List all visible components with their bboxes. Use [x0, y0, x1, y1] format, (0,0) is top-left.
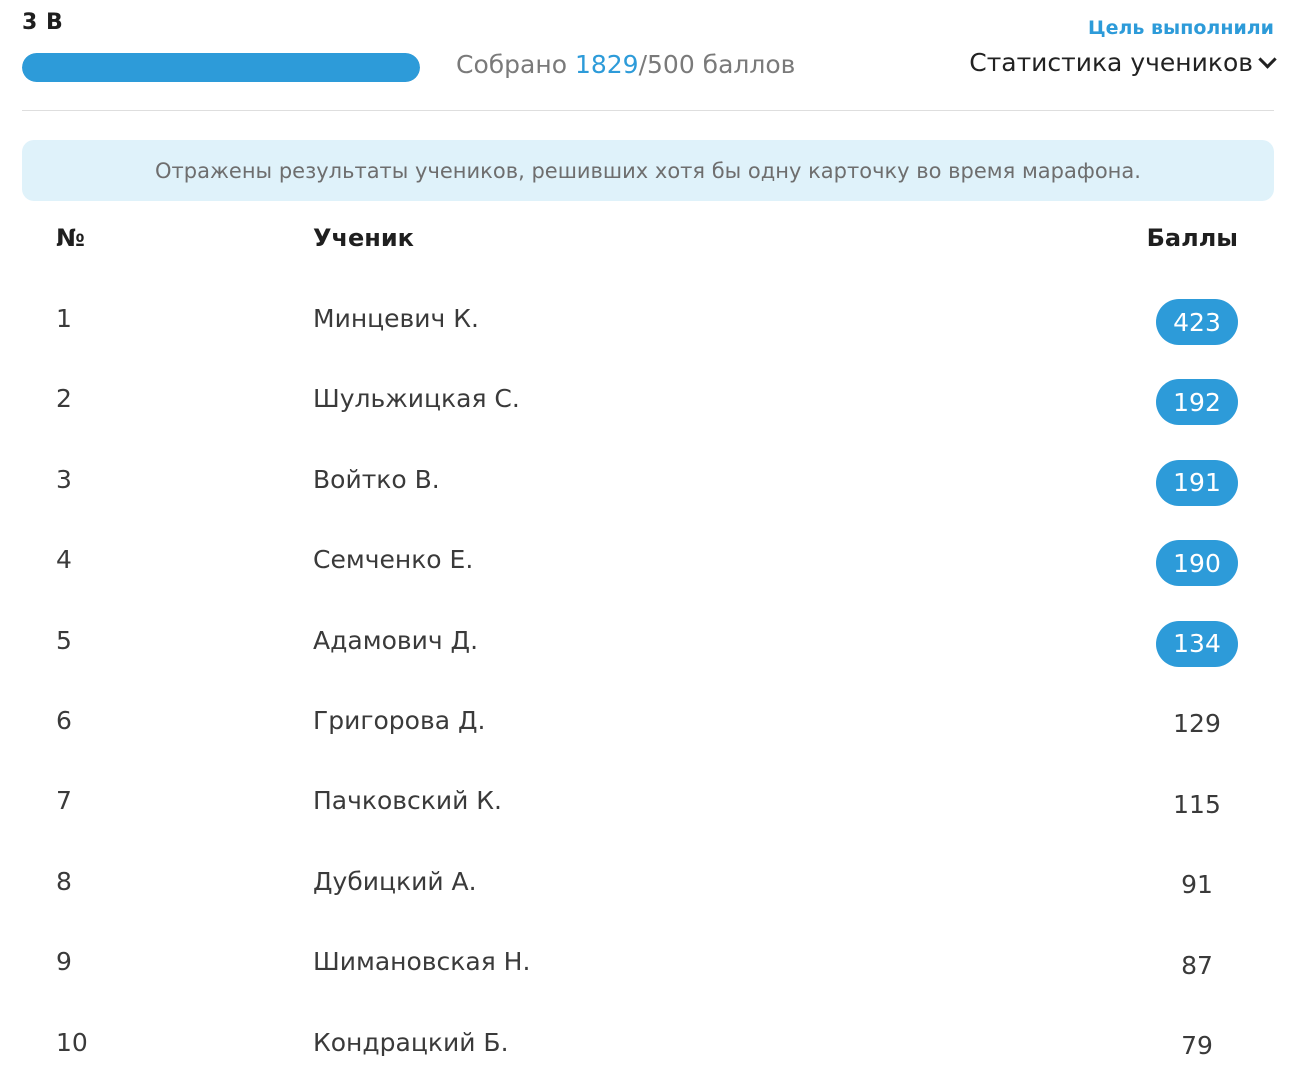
student-name: Семченко Е.	[313, 545, 474, 575]
collected-prefix: Собрано	[456, 50, 575, 79]
score-badge: 192	[1156, 379, 1238, 426]
column-header-number: №	[56, 224, 85, 252]
table-row: 3 Войтко В. 191	[22, 443, 1274, 523]
row-number: 8	[56, 866, 72, 896]
score-badge: 191	[1156, 459, 1238, 506]
student-name: Шимановская Н.	[313, 947, 531, 977]
students-table: 1 Минцевич К. 423 2 Шульжицкая С. 192 3 Войтко …	[22, 282, 1274, 1086]
student-stats-dropdown[interactable]: Статистика учеников	[969, 48, 1277, 77]
student-name: Пачковский К.	[313, 786, 503, 816]
marathon-stats-panel: 3 В Собрано 1829/500 баллов Цель выполни…	[22, 0, 1277, 1082]
score-value: 79	[1181, 1031, 1213, 1061]
row-number: 5	[56, 625, 72, 655]
table-row: 1 Минцевич К. 423	[22, 282, 1274, 362]
progress-bar-fill	[22, 53, 420, 82]
row-number: 3	[56, 464, 72, 494]
row-number: 9	[56, 947, 72, 977]
table-header: № Ученик Баллы	[22, 224, 1274, 260]
class-title: 3 В	[22, 10, 64, 35]
student-name: Шульжицкая С.	[313, 384, 520, 414]
score-badge: 134	[1156, 620, 1238, 667]
table-row: 6 Григорова Д. 129	[22, 684, 1274, 764]
table-row: 4 Семченко Е. 190	[22, 523, 1274, 603]
column-header-student: Ученик	[313, 224, 414, 252]
row-number: 2	[56, 384, 72, 414]
student-name: Дубицкий А.	[313, 866, 477, 896]
chevron-down-icon	[1258, 50, 1277, 69]
table-row: 8 Дубицкий А. 91	[22, 845, 1274, 925]
score-value: 91	[1181, 870, 1213, 900]
collected-suffix: /500 баллов	[638, 50, 796, 79]
table-row: 5 Адамович Д. 134	[22, 604, 1274, 684]
score-badge: 423	[1156, 299, 1238, 345]
student-name: Адамович Д.	[313, 625, 479, 655]
score-badge: 190	[1156, 540, 1238, 587]
divider	[22, 110, 1274, 111]
score-value: 129	[1173, 709, 1221, 739]
info-notice: Отражены результаты учеников, решивших х…	[22, 140, 1274, 201]
score-value: 87	[1181, 950, 1213, 980]
score-value: 115	[1173, 789, 1221, 819]
row-number: 4	[56, 545, 72, 575]
progress-bar	[22, 53, 420, 82]
student-name: Минцевич К.	[313, 304, 479, 333]
student-stats-dropdown-label: Статистика учеников	[969, 48, 1253, 77]
table-row: 7 Пачковский К. 115	[22, 764, 1274, 844]
column-header-score: Баллы	[1146, 224, 1238, 252]
row-number: 1	[56, 304, 72, 333]
row-number: 6	[56, 705, 72, 735]
row-number: 7	[56, 786, 72, 816]
student-name: Кондрацкий Б.	[313, 1027, 509, 1057]
table-row: 10 Кондрацкий Б. 79	[22, 1006, 1274, 1086]
collected-points: Собрано 1829/500 баллов	[456, 50, 795, 79]
student-name: Войтко В.	[313, 464, 440, 494]
table-row: 9 Шимановская Н. 87	[22, 925, 1274, 1005]
collected-current: 1829	[574, 50, 639, 79]
row-number: 10	[56, 1027, 88, 1057]
goal-status-link[interactable]: Цель выполнили	[1088, 17, 1274, 39]
table-row: 2 Шульжицкая С. 192	[22, 362, 1274, 442]
student-name: Григорова Д.	[313, 705, 486, 735]
